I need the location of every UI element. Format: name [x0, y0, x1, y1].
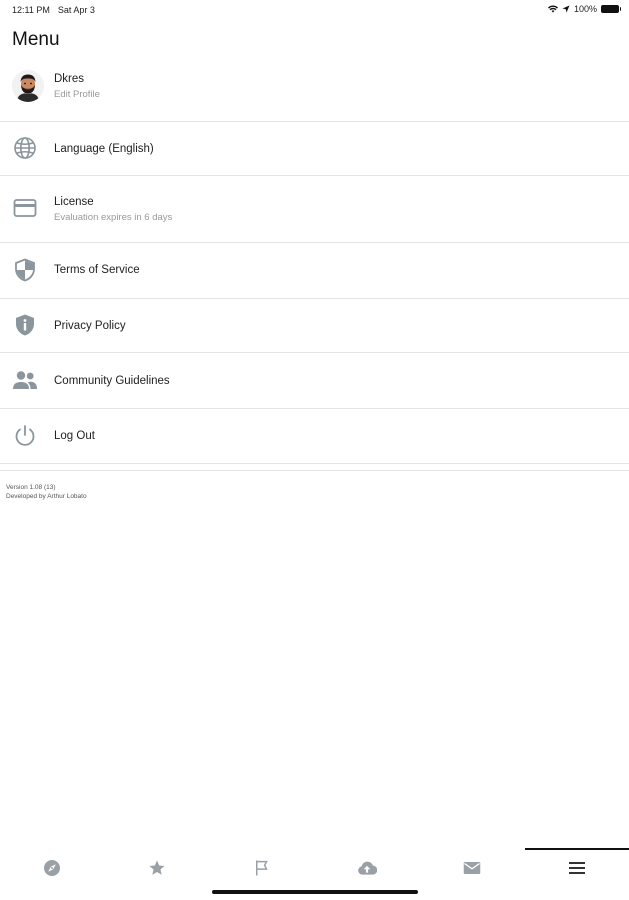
tab-upload[interactable] — [352, 856, 382, 880]
community-text: Community Guidelines — [54, 375, 170, 387]
tab-bar — [0, 848, 629, 884]
version-text: Version 1.08 (13) — [6, 484, 56, 491]
credit-card-icon — [12, 195, 38, 221]
menu-screen: 12:11 PM Sat Apr 3 100% Menu Dkres Edit … — [0, 0, 629, 900]
tab-messages[interactable] — [457, 856, 487, 880]
language-label: Language (English) — [54, 143, 154, 155]
tab-favorites[interactable] — [142, 856, 172, 880]
developer-text: Developed by Arthur Lobato — [6, 493, 87, 500]
status-bar: 12:11 PM Sat Apr 3 100% — [0, 0, 629, 20]
avatar-icon — [12, 70, 44, 102]
logout-text: Log Out — [54, 430, 95, 442]
license-label: License — [54, 196, 94, 208]
page-title: Menu — [12, 29, 60, 50]
shield-icon — [12, 257, 38, 283]
compass-icon — [44, 860, 60, 876]
menu-item-logout[interactable]: Log Out — [0, 409, 629, 464]
cloud-upload-icon — [358, 861, 377, 875]
active-tab-indicator — [525, 848, 629, 850]
profile-name: Dkres — [54, 73, 85, 85]
location-arrow-icon — [562, 5, 570, 13]
license-subtitle: Evaluation expires in 6 days — [54, 212, 173, 223]
menu-item-privacy[interactable]: Privacy Policy — [0, 299, 629, 353]
avatar — [12, 70, 44, 102]
people-icon — [12, 367, 38, 393]
status-left: 12:11 PM Sat Apr 3 — [12, 5, 95, 15]
edit-profile-label: Edit Profile — [54, 89, 100, 100]
terms-label: Terms of Service — [54, 264, 140, 276]
mail-icon — [463, 862, 481, 874]
menu-list: Dkres Edit Profile Language (English) Li… — [0, 60, 629, 464]
community-label: Community Guidelines — [54, 375, 170, 387]
battery-icon — [601, 5, 621, 13]
menu-item-terms[interactable]: Terms of Service — [0, 243, 629, 299]
language-text: Language (English) — [54, 143, 154, 155]
profile-text: Dkres Edit Profile — [54, 73, 100, 100]
logout-label: Log Out — [54, 430, 95, 442]
power-icon — [12, 423, 38, 449]
status-right: 100% — [547, 4, 621, 14]
menu-item-community[interactable]: Community Guidelines — [0, 353, 629, 409]
globe-icon — [12, 135, 38, 161]
tab-explore[interactable] — [37, 856, 67, 880]
menu-icon — [569, 862, 585, 874]
battery-percentage: 100% — [573, 4, 597, 14]
menu-item-license[interactable]: License Evaluation expires in 6 days — [0, 176, 629, 243]
flag-icon — [256, 860, 268, 876]
privacy-label: Privacy Policy — [54, 320, 126, 332]
profile-row[interactable]: Dkres Edit Profile — [0, 60, 629, 122]
home-indicator[interactable] — [212, 890, 418, 894]
shield-info-icon — [12, 312, 38, 338]
menu-item-language[interactable]: Language (English) — [0, 122, 629, 176]
privacy-text: Privacy Policy — [54, 320, 126, 332]
status-date: Sat Apr 3 — [57, 5, 95, 15]
terms-text: Terms of Service — [54, 264, 140, 276]
wifi-icon — [547, 5, 558, 13]
status-time: 12:11 PM — [12, 5, 50, 15]
tab-menu[interactable] — [562, 856, 592, 880]
license-text: License Evaluation expires in 6 days — [54, 196, 172, 223]
tab-reports[interactable] — [247, 856, 277, 880]
star-icon — [149, 860, 165, 875]
footer-info: Version 1.08 (13) Developed by Arthur Lo… — [6, 483, 87, 501]
footer-divider — [0, 470, 629, 471]
